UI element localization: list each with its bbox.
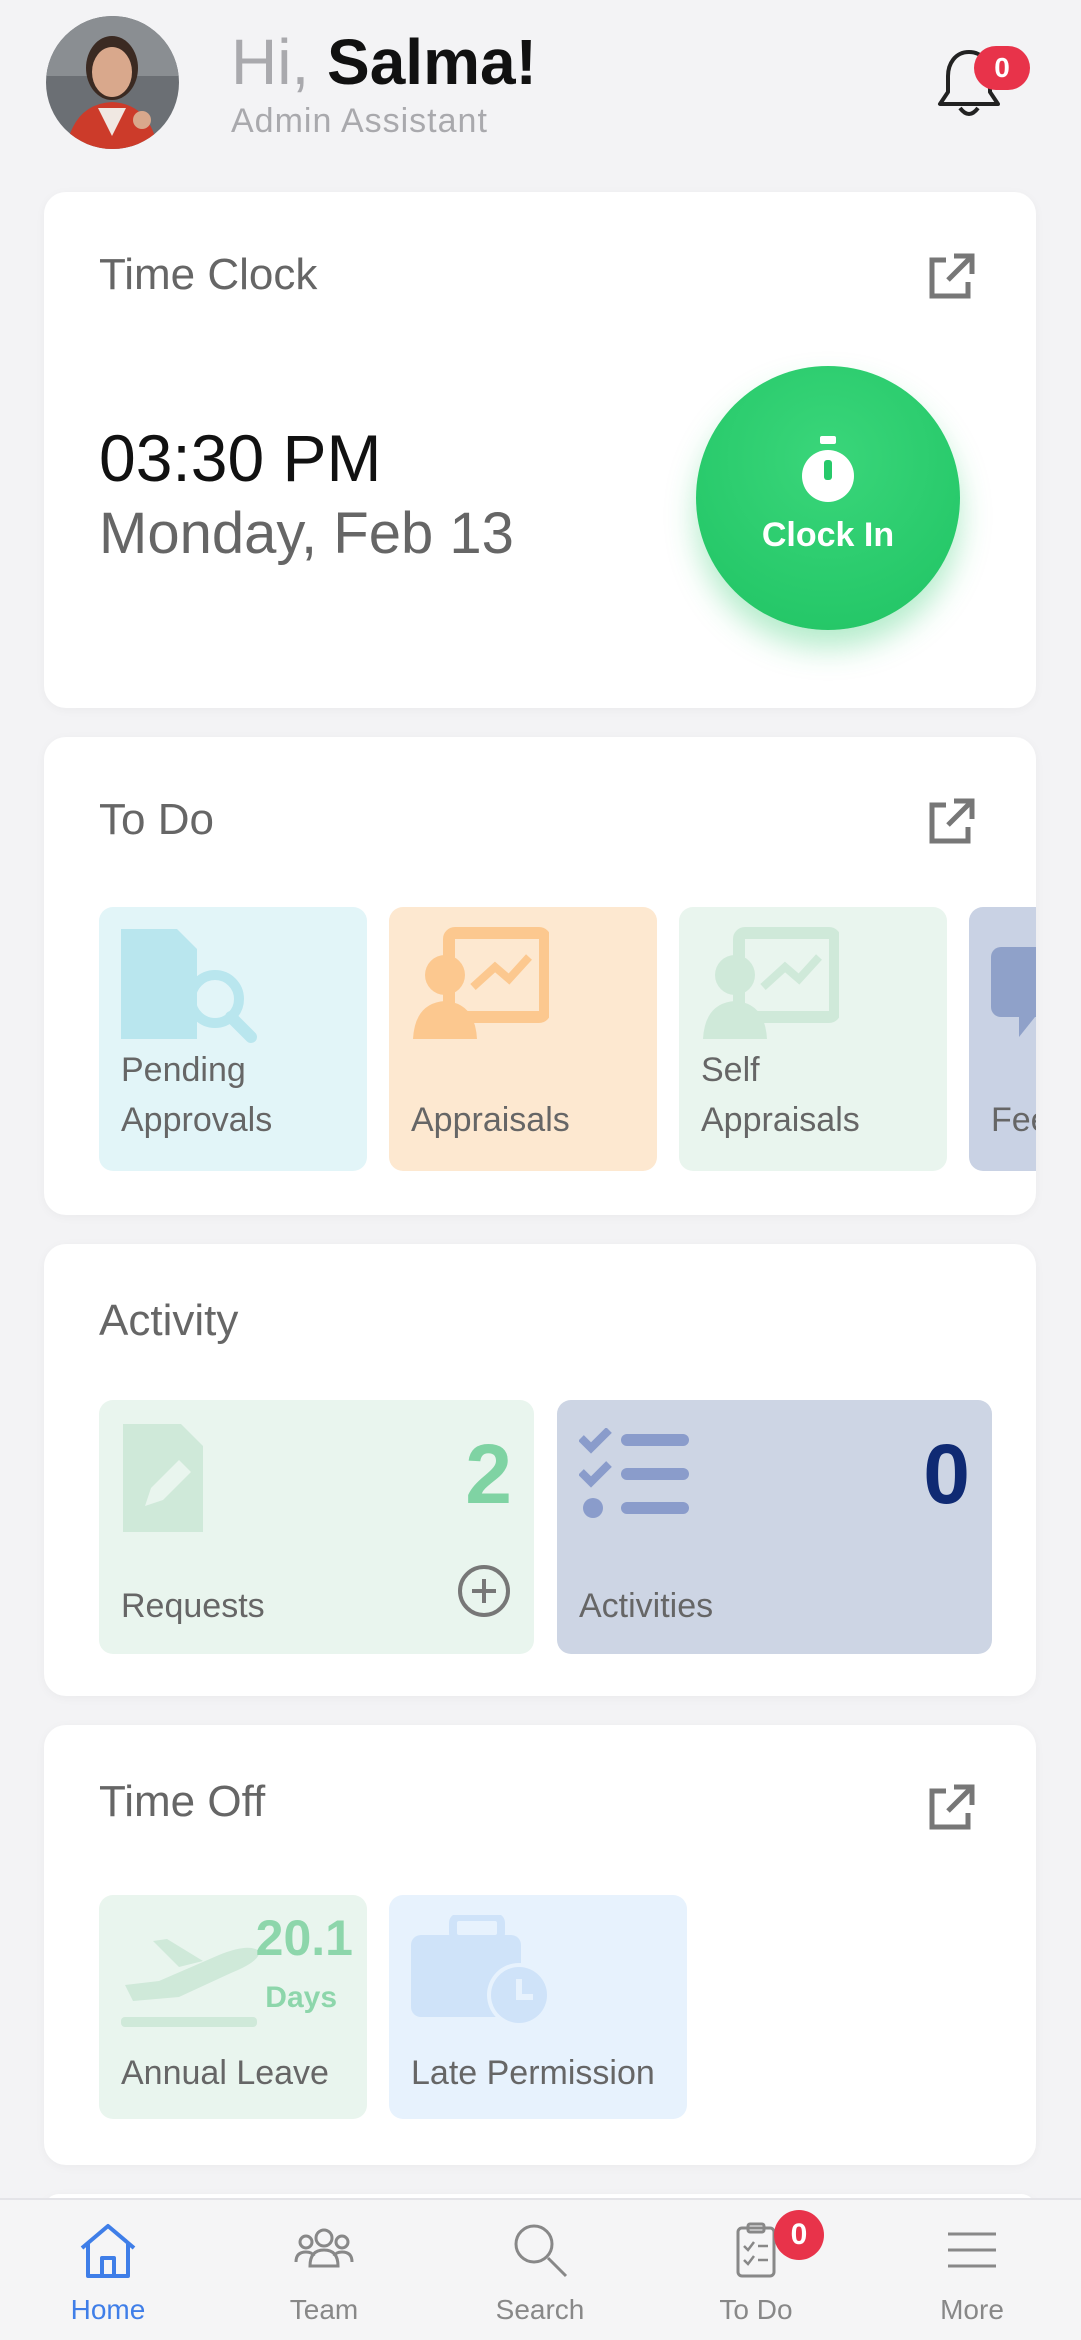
current-date: Monday, Feb 13: [99, 501, 514, 566]
pending-approvals-tile[interactable]: Pending Approvals: [99, 907, 367, 1171]
self-appraisals-icon: [699, 927, 841, 1048]
time-clock-title: Time Clock: [99, 250, 318, 299]
requests-label: Requests: [121, 1587, 265, 1625]
activities-label: Activities: [579, 1587, 714, 1625]
nav-search[interactable]: Search: [432, 2200, 648, 2340]
airplane-icon: [119, 1921, 269, 2036]
self-appraisals-tile[interactable]: Self Appraisals: [679, 907, 947, 1171]
time-clock-card: Time Clock 03:30 PM Monday, Feb 13 Clock…: [44, 192, 1036, 708]
add-request-icon[interactable]: [456, 1563, 512, 1624]
bottom-nav: Home Team Search To Do More: [0, 2198, 1081, 2340]
nav-home[interactable]: Home: [0, 2200, 216, 2340]
annual-leave-label: Annual Leave: [121, 2054, 329, 2092]
nav-label: Search: [495, 2294, 585, 2325]
time-off-title: Time Off: [99, 1777, 266, 1826]
nav-label: To Do: [719, 2294, 793, 2325]
nav-todo[interactable]: To Do: [648, 2200, 864, 2340]
todo-card: To Do Pending Approvals Appraisals Self …: [44, 737, 1036, 1215]
search-icon: [510, 2220, 570, 2280]
nav-label: More: [940, 2294, 1004, 2325]
user-name: Salma!: [327, 26, 537, 98]
annual-leave-unit: Days: [265, 1981, 337, 2014]
feedback-icon: [989, 927, 1036, 1048]
avatar[interactable]: [46, 16, 179, 149]
activities-count: 0: [923, 1427, 970, 1521]
clock-in-button[interactable]: Clock In: [696, 366, 960, 630]
nav-label: Team: [289, 2294, 359, 2325]
late-permission-label: Late Permission: [411, 2054, 655, 2092]
clock-in-label: Clock In: [761, 516, 895, 554]
nav-more[interactable]: More: [864, 2200, 1080, 2340]
greeting: Hi, Salma!: [231, 22, 537, 102]
appraisals-tile[interactable]: Appraisals: [389, 907, 657, 1171]
requests-count: 2: [465, 1427, 512, 1521]
open-external-icon[interactable]: [924, 1781, 978, 1835]
tile-label: Self Appraisals: [701, 1051, 860, 1139]
briefcase-clock-icon: [409, 1913, 559, 2032]
requests-tile[interactable]: 2 Requests: [99, 1400, 534, 1654]
document-edit-icon: [121, 1422, 205, 1539]
todo-title: To Do: [99, 795, 214, 844]
time-off-card: Time Off 20.1 Days Annual Leave Late Per…: [44, 1725, 1036, 2165]
greeting-hi: Hi,: [231, 26, 310, 98]
open-external-icon[interactable]: [924, 795, 978, 849]
annual-leave-tile[interactable]: 20.1 Days Annual Leave: [99, 1895, 367, 2119]
pending-approvals-icon: [119, 927, 259, 1048]
team-icon: [294, 2220, 354, 2280]
late-permission-tile[interactable]: Late Permission: [389, 1895, 687, 2119]
nav-label: Home: [70, 2294, 146, 2325]
open-external-icon[interactable]: [924, 250, 978, 304]
checklist-icon: [578, 1427, 691, 1523]
stopwatch-icon: [796, 436, 860, 504]
header: Hi, Salma! Admin Assistant 0: [0, 0, 1081, 170]
notification-badge: 0: [974, 46, 1030, 90]
home-icon: [78, 2220, 138, 2280]
nav-team[interactable]: Team: [216, 2200, 432, 2340]
tile-label: Pending Approvals: [121, 1051, 273, 1139]
activities-tile[interactable]: 0 Activities: [557, 1400, 992, 1654]
tile-label: Fee: [991, 1101, 1036, 1139]
user-role: Admin Assistant: [231, 102, 488, 140]
appraisals-icon: [409, 927, 551, 1048]
todo-nav-badge: 0: [774, 2210, 824, 2260]
annual-leave-value: 20.1: [255, 1910, 353, 1966]
menu-icon: [942, 2220, 1002, 2280]
activity-card: Activity 2 Requests 0 Activities: [44, 1244, 1036, 1696]
tile-label: Appraisals: [411, 1101, 570, 1139]
activity-title: Activity: [99, 1296, 239, 1345]
current-time: 03:30 PM: [99, 421, 382, 495]
feedback-tile[interactable]: Fee: [969, 907, 1036, 1171]
